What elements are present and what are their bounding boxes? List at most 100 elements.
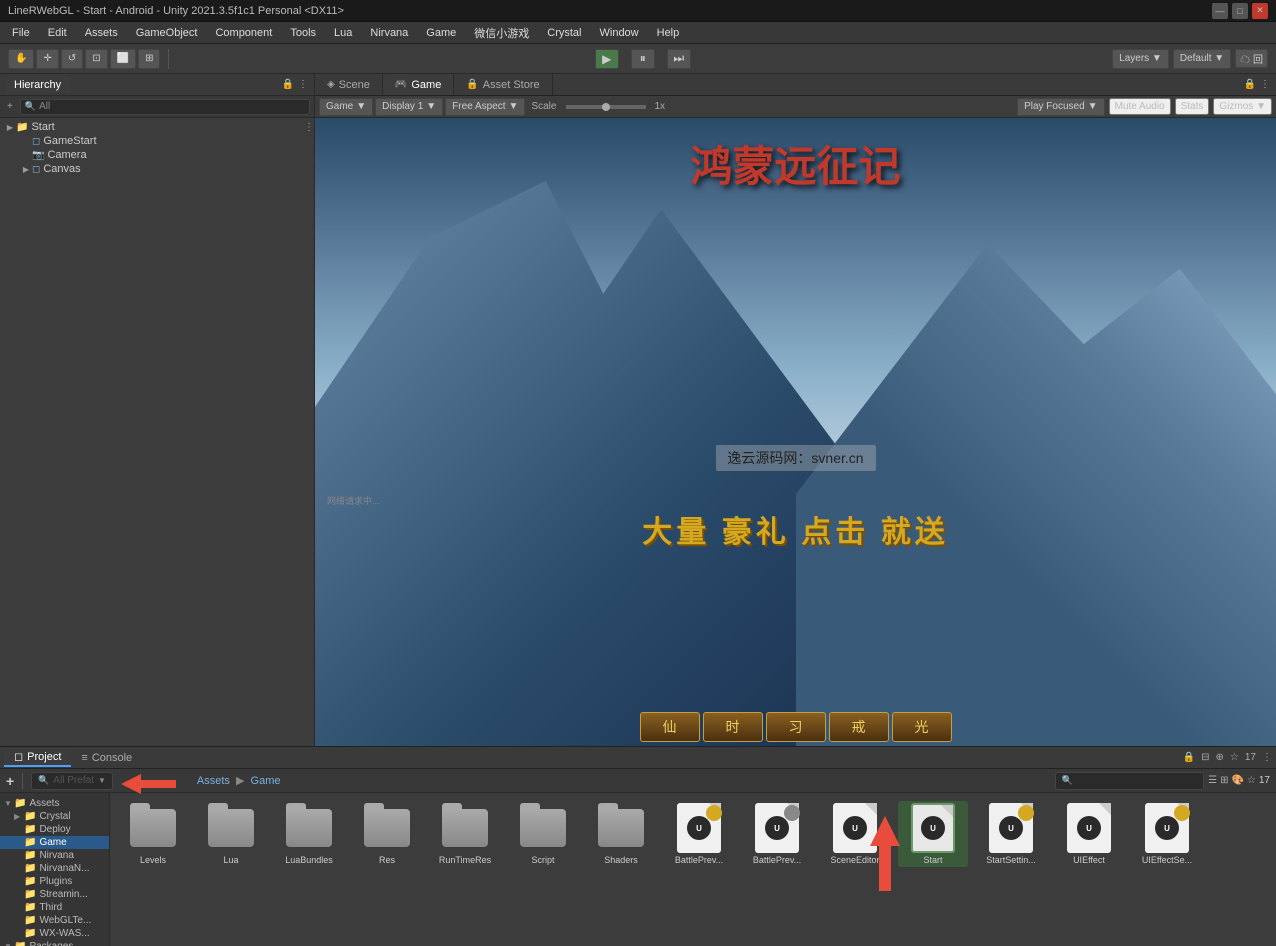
breadcrumb-root[interactable]: Assets [197, 775, 230, 787]
stats-btn[interactable]: Stats [1175, 98, 1210, 115]
panel-lock-icon-bottom[interactable]: 🔒 [1183, 752, 1195, 763]
btn-shi[interactable]: 时 [703, 712, 763, 742]
tree-item-start[interactable]: ▶ 📁 Start ⋮ [0, 120, 314, 134]
tab-game[interactable]: 🎮 Game [383, 74, 454, 95]
menu-item-tools[interactable]: Tools [282, 25, 324, 41]
menu-item-game[interactable]: Game [418, 25, 464, 41]
asset-luabundles[interactable]: LuaBundles [274, 801, 344, 867]
asset-res[interactable]: Res [352, 801, 422, 867]
fav-btn[interactable]: ☆ [1247, 775, 1256, 786]
tree-plugins[interactable]: 📁 Plugins [0, 875, 109, 888]
gizmos-btn[interactable]: Gizmos ▼ [1213, 98, 1272, 115]
close-btn[interactable]: ✕ [1252, 3, 1268, 19]
panel-lock-icon[interactable]: 🔒 [1244, 79, 1256, 90]
tree-nirvana[interactable]: 📁 Nirvana [0, 849, 109, 862]
asset-sceneeditor[interactable]: U SceneEditor [820, 801, 890, 867]
rect-tool[interactable]: ⬜ [110, 49, 136, 69]
play-btn[interactable]: ▶ [595, 49, 619, 69]
tab-project[interactable]: ◻ Project [4, 748, 71, 767]
tree-crystal[interactable]: ▶ 📁 Crystal [0, 810, 109, 823]
project-add-btn[interactable]: + [6, 773, 14, 789]
scale-slider-container[interactable]: 1x [562, 101, 665, 112]
scale-tool[interactable]: ⊡ [85, 49, 107, 69]
multi-tool[interactable]: ⊞ [138, 49, 160, 69]
tree-item-gamestart[interactable]: ◻ GameStart [0, 134, 314, 148]
paint-btn[interactable]: 🎨 [1231, 775, 1243, 786]
project-search-right: 🔍 ☰ ⊞ 🎨 ☆ 17 [1055, 772, 1270, 790]
play-focused-btn[interactable]: Play Focused ▼ [1017, 98, 1105, 116]
panel-menu-bottom[interactable]: ⋮ [1262, 752, 1272, 763]
tree-wxwas[interactable]: 📁 WX-WAS... [0, 927, 109, 940]
asset-start[interactable]: U Start [898, 801, 968, 867]
tree-third[interactable]: 📁 Third [0, 901, 109, 914]
panel-star-icon[interactable]: ☆ [1230, 752, 1239, 763]
btn-guang[interactable]: 光 [892, 712, 952, 742]
hierarchy-tab[interactable]: Hierarchy [6, 77, 69, 93]
btn-xian[interactable]: 仙 [640, 712, 700, 742]
game-panel: ◈ Scene 🎮 Game 🔒 Asset Store 🔒 ⋮ Game ▼ [315, 74, 1276, 746]
tree-packages[interactable]: ▼ 📁 Packages [0, 940, 109, 946]
menu-item-window[interactable]: Window [592, 25, 647, 41]
asset-shaders[interactable]: Shaders [586, 801, 656, 867]
asset-battleprev2[interactable]: U BattlePrev... [742, 801, 812, 867]
breadcrumb-child[interactable]: Game [251, 775, 281, 787]
hand-tool[interactable]: ✋ [8, 49, 34, 69]
tree-item-canvas[interactable]: ▶ ◻ Canvas [0, 162, 314, 176]
move-tool[interactable]: ✛ [36, 49, 58, 69]
panel-paint-icon[interactable]: ⊕ [1216, 752, 1224, 763]
hierarchy-lock-icon[interactable]: 🔒 [282, 79, 294, 90]
tree-game[interactable]: 📁 Game [0, 836, 109, 849]
asset-startsetting[interactable]: U StartSettin... [976, 801, 1046, 867]
tree-assets[interactable]: ▼ 📁 Assets [0, 797, 109, 810]
asset-battleprev1[interactable]: U BattlePrev... [664, 801, 734, 867]
menu-item-help[interactable]: Help [649, 25, 688, 41]
menu-item-lua[interactable]: Lua [326, 25, 360, 41]
layers-btn[interactable]: Layers ▼ [1112, 49, 1169, 69]
menu-item-nirvana[interactable]: Nirvana [362, 25, 416, 41]
project-search-input[interactable] [1077, 775, 1197, 786]
maximize-btn[interactable]: □ [1232, 3, 1248, 19]
menu-item-file[interactable]: File [4, 25, 38, 41]
asset-lua[interactable]: Lua [196, 801, 266, 867]
mute-audio-btn[interactable]: Mute Audio [1109, 98, 1171, 115]
panel-cols-icon[interactable]: ⊟ [1201, 752, 1209, 763]
game-display-btn[interactable]: Game ▼ [319, 98, 373, 116]
tab-console[interactable]: ≡ Console [71, 750, 142, 766]
menu-item-gameobject[interactable]: GameObject [128, 25, 206, 41]
panel-menu-icon[interactable]: ⋮ [1260, 79, 1270, 90]
asset-uieffectse[interactable]: U UIEffectSe... [1132, 801, 1202, 867]
asset-runtimres[interactable]: RunTimeRes [430, 801, 500, 867]
tab-scene[interactable]: ◈ Scene [315, 74, 383, 95]
tree-deploy[interactable]: 📁 Deploy [0, 823, 109, 836]
menu-item-assets[interactable]: Assets [77, 25, 126, 41]
menu-item-edit[interactable]: Edit [40, 25, 75, 41]
filter-btn[interactable]: ☰ [1208, 775, 1217, 786]
display-num-btn[interactable]: Display 1 ▼ [375, 98, 443, 116]
btn-jie[interactable]: 戒 [829, 712, 889, 742]
menu-item-component[interactable]: Component [207, 25, 280, 41]
start-label: Start [31, 121, 54, 133]
account-btn[interactable]: ☁ 回 [1235, 49, 1268, 68]
tree-item-camera[interactable]: 📷 Camera [0, 148, 314, 162]
step-btn[interactable]: ⏭ [667, 49, 691, 69]
btn-xi[interactable]: 习 [766, 712, 826, 742]
hierarchy-add-btn[interactable]: + [4, 100, 16, 113]
asset-script[interactable]: Script [508, 801, 578, 867]
pause-btn[interactable]: ⏸ [631, 49, 655, 69]
minimize-btn[interactable]: — [1212, 3, 1228, 19]
tree-streaming[interactable]: 📁 Streamin... [0, 888, 109, 901]
scale-slider[interactable] [566, 105, 646, 109]
tab-asset-store[interactable]: 🔒 Asset Store [454, 74, 552, 95]
asset-levels[interactable]: Levels [118, 801, 188, 867]
menu-item-微信小游戏[interactable]: 微信小游戏 [466, 23, 537, 43]
tree-webglte[interactable]: 📁 WebGLTe... [0, 914, 109, 927]
start-menu-icon[interactable]: ⋮ [304, 122, 314, 133]
cols-view-btn[interactable]: ⊞ [1220, 775, 1228, 786]
layout-btn[interactable]: Default ▼ [1173, 49, 1231, 69]
aspect-btn[interactable]: Free Aspect ▼ [445, 98, 525, 116]
rotate-tool[interactable]: ↺ [61, 49, 83, 69]
hierarchy-menu-icon[interactable]: ⋮ [298, 79, 308, 90]
tree-nirvanam[interactable]: 📁 NirvanaN... [0, 862, 109, 875]
menu-item-crystal[interactable]: Crystal [539, 25, 589, 41]
asset-uieffect[interactable]: U UIEffect [1054, 801, 1124, 867]
